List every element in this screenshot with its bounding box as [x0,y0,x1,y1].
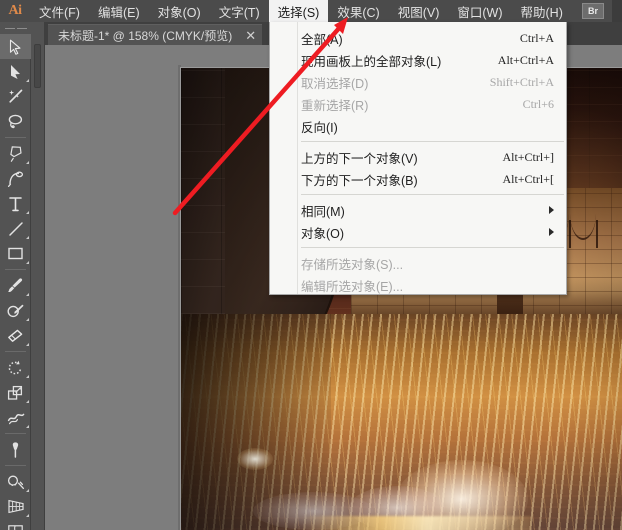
menu-item-label: 重新选择(R) [301,98,369,113]
menu-type[interactable]: 文字(T) [210,0,269,22]
menu-item-label: 相同(M) [301,204,345,219]
menu-bar: Ai 文件(F) 编辑(E) 对象(O) 文字(T) 选择(S) 效果(C) 视图(V) 窗口… [0,0,622,22]
paintbrush-tool[interactable] [0,273,31,298]
selection-tool[interactable] [0,34,31,59]
menu-object[interactable]: 对象(O) [149,0,210,22]
bridge-button[interactable]: Br [582,3,604,19]
menu-item-shortcut: Ctrl+6 [522,96,554,111]
scale-tool[interactable] [0,380,31,405]
pen-tool[interactable] [0,141,31,166]
tool-flyout-indicator-icon [26,375,29,378]
menu-item-label: 存储所选对象(S)... [301,257,404,272]
menu-next-object-above[interactable]: 上方的下一个对象(V) Alt+Ctrl+] [270,146,566,168]
tool-flyout-indicator-icon [26,318,29,321]
menu-bar-items: 文件(F) 编辑(E) 对象(O) 文字(T) 选择(S) 效果(C) 视图(V) 窗口(W)… [30,0,572,22]
menu-item-label: 对象(O) [301,226,345,241]
menu-item-label: 编辑所选对象(E)... [301,279,404,294]
menu-same[interactable]: 相同(M) [270,199,566,221]
menu-edit-selection: 编辑所选对象(E)... [270,274,566,296]
mesh-tool[interactable] [0,519,31,530]
menu-item-label: 全部(A) [301,32,343,47]
tools-panel [0,22,31,530]
type-tool[interactable] [0,191,31,216]
menu-window[interactable]: 窗口(W) [448,0,511,22]
tool-list [0,34,31,530]
menu-item-label: 现用画板上的全部对象(L) [301,54,442,69]
tool-separator [4,269,26,270]
tool-separator [4,137,26,138]
tool-flyout-indicator-icon [26,261,29,264]
tools-panel-grip[interactable] [0,22,31,34]
tool-flyout-indicator-icon [26,161,29,164]
menu-view[interactable]: 视图(V) [389,0,449,22]
shaper-pencil-tool[interactable] [0,298,31,323]
menu-effect[interactable]: 效果(C) [328,0,388,22]
menu-edit[interactable]: 编辑(E) [89,0,149,22]
menu-bar-right-edge [612,0,622,22]
tool-flyout-indicator-icon [26,79,29,82]
tool-separator [4,351,26,352]
collapsed-panel-dock [31,22,45,530]
document-tab-title: 未标题-1* @ 158% (CMYK/预览) [58,28,233,43]
tool-flyout-indicator-icon [26,400,29,403]
menu-item-shortcut: Alt+Ctrl+A [497,52,554,67]
ai-logo: Ai [8,3,23,18]
menu-select-all-on-active-artboard[interactable]: 现用画板上的全部对象(L) Alt+Ctrl+A [270,49,566,71]
select-menu-items: 全部(A) Ctrl+A 现用画板上的全部对象(L) Alt+Ctrl+A 取消选择(D… [270,27,566,296]
menu-item-label: 反向(I) [301,120,338,135]
rectangle-tool[interactable] [0,241,31,266]
free-transform-tool[interactable] [0,437,31,462]
tool-flyout-indicator-icon [26,236,29,239]
magic-wand-tool[interactable] [0,84,31,109]
eraser-tool[interactable] [0,323,31,348]
tool-flyout-indicator-icon [26,425,29,428]
menu-next-object-below[interactable]: 下方的下一个对象(B) Alt+Ctrl+[ [270,168,566,190]
shape-builder-tool[interactable] [0,469,31,494]
line-segment-tool[interactable] [0,216,31,241]
illustrator-window: Ai 文件(F) 编辑(E) 对象(O) 文字(T) 选择(S) 效果(C) 视图(V) 窗口… [0,0,622,530]
menu-help[interactable]: 帮助(H) [512,0,572,22]
panel-dock-handle[interactable] [34,44,41,88]
menu-item-label: 取消选择(D) [301,76,369,91]
chevron-right-icon [549,206,554,214]
menu-separator [301,194,564,195]
curvature-tool[interactable] [0,166,31,191]
chevron-right-icon [549,228,554,236]
menu-select[interactable]: 选择(S) [268,0,329,22]
tool-separator [4,465,26,466]
menu-item-shortcut: Shift+Ctrl+A [489,74,554,89]
perspective-grid-tool[interactable] [0,494,31,519]
rotate-tool[interactable] [0,355,31,380]
menu-object-submenu[interactable]: 对象(O) [270,221,566,243]
tool-flyout-indicator-icon [26,343,29,346]
tool-flyout-indicator-icon [26,211,29,214]
close-icon[interactable]: ✕ [245,29,256,42]
tool-flyout-indicator-icon [26,489,29,492]
menu-item-shortcut: Alt+Ctrl+] [502,149,554,164]
menu-item-shortcut: Alt+Ctrl+[ [502,171,554,186]
menu-save-selection: 存储所选对象(S)... [270,252,566,274]
menu-separator [301,247,564,248]
menu-file[interactable]: 文件(F) [30,0,89,22]
tool-flyout-indicator-icon [26,514,29,517]
document-tab[interactable]: 未标题-1* @ 158% (CMYK/预览) ✕ [48,24,263,45]
menu-deselect: 取消选择(D) Shift+Ctrl+A [270,71,566,93]
lasso-tool[interactable] [0,109,31,134]
tool-flyout-indicator-icon [26,293,29,296]
menu-inverse[interactable]: 反向(I) [270,115,566,137]
select-menu-dropdown[interactable]: 全部(A) Ctrl+A 现用画板上的全部对象(L) Alt+Ctrl+A 取消选择(D… [269,22,567,295]
direct-selection-tool[interactable] [0,59,31,84]
width-tool[interactable] [0,405,31,430]
menu-reselect: 重新选择(R) Ctrl+6 [270,93,566,115]
menu-item-shortcut: Ctrl+A [519,30,554,45]
tool-separator [4,433,26,434]
menu-item-label: 上方的下一个对象(V) [301,151,418,166]
menu-select-all[interactable]: 全部(A) Ctrl+A [270,27,566,49]
menu-separator [301,141,564,142]
menu-item-label: 下方的下一个对象(B) [301,173,418,188]
